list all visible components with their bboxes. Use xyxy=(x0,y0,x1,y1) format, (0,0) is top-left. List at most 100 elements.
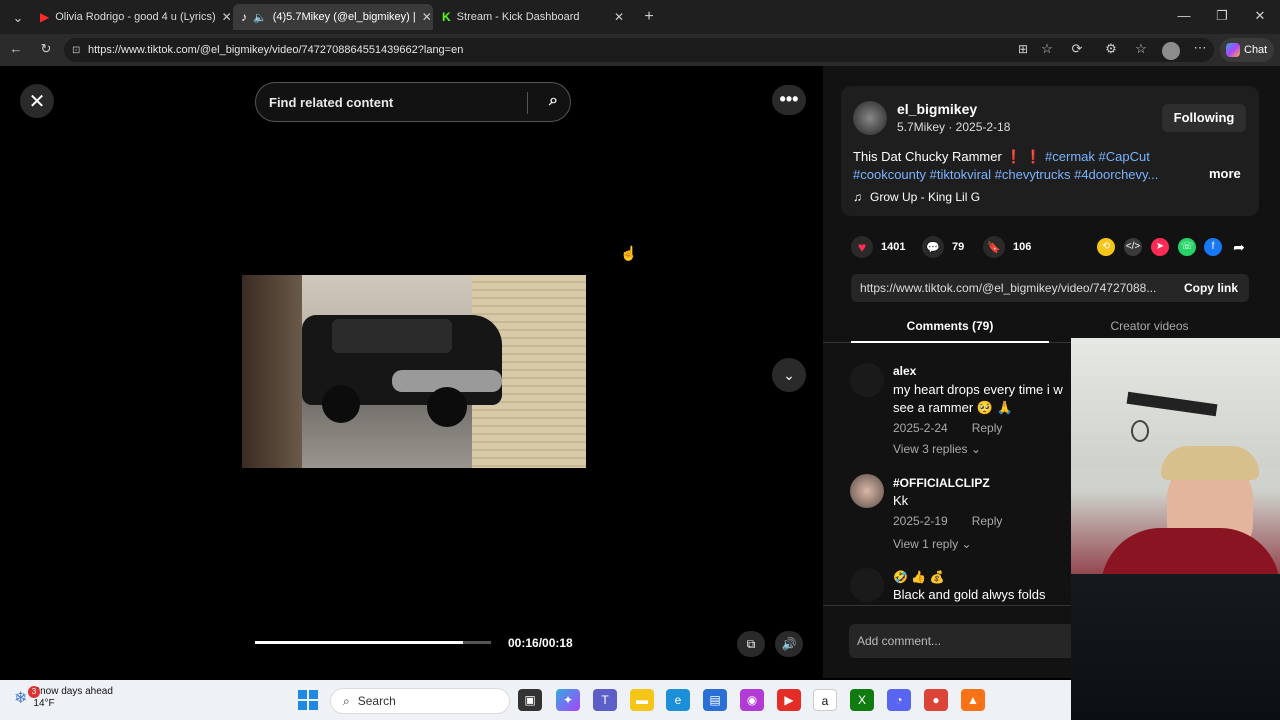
creator-username[interactable]: el_bigmikey xyxy=(897,101,977,117)
view-replies-button[interactable]: View 3 replies ⌄ xyxy=(893,442,981,456)
obs-icon[interactable]: ◉ xyxy=(740,689,764,711)
site-info-icon[interactable]: ⊡ xyxy=(72,45,80,56)
next-video-button[interactable]: ⌄ xyxy=(772,358,806,392)
more-menu-icon[interactable]: ⋯ xyxy=(1190,40,1210,56)
tab-creator-videos[interactable]: Creator videos xyxy=(1050,319,1249,333)
whatsapp-icon[interactable]: ☏ xyxy=(1178,238,1196,256)
vlc-icon[interactable]: ▲ xyxy=(961,689,985,711)
active-tab-indicator xyxy=(851,341,1049,343)
comment-button[interactable]: 💬 79 xyxy=(922,236,964,258)
comment-date: 2025-2-19 xyxy=(893,514,948,528)
comment-text: my heart drops every time i w see a ramm… xyxy=(893,382,1063,415)
amazon-icon[interactable]: a xyxy=(813,689,837,711)
favorites-icon[interactable]: ☆ xyxy=(1131,41,1151,57)
xbox-icon[interactable]: X xyxy=(850,689,874,711)
minimize-icon[interactable]: — xyxy=(1174,8,1194,23)
embed-code-icon[interactable]: </> xyxy=(1124,238,1142,256)
search-icon[interactable]: ⌕ xyxy=(549,92,558,110)
comment-text: Kk xyxy=(893,493,909,508)
discord-icon[interactable]: ◔ xyxy=(887,689,911,711)
tab-title: Olivia Rodrigo - good 4 u (Lyrics) xyxy=(55,11,216,23)
commenter-avatar[interactable] xyxy=(850,474,884,508)
tab-title: (4)5.7Mikey (@el_bigmikey) | xyxy=(272,11,416,23)
video-time: 00:16/00:18 xyxy=(508,636,573,650)
add-comment-input[interactable]: Add comment... xyxy=(849,624,1109,658)
search-icon: ⌕ xyxy=(343,693,350,708)
heart-icon: ♥ xyxy=(851,236,873,258)
youtube-app-icon[interactable]: ▶ xyxy=(777,689,801,711)
related-search-input[interactable]: Find related content ⌕ xyxy=(255,82,571,122)
commenter-avatar[interactable] xyxy=(850,568,884,602)
close-window-icon[interactable]: ✕ xyxy=(1250,8,1270,24)
favorite-star-icon[interactable]: ☆ xyxy=(1037,41,1057,57)
chevron-down-icon: ⌄ xyxy=(783,367,795,383)
video-progress-fill xyxy=(255,641,463,644)
store-icon[interactable]: ▤ xyxy=(703,689,727,711)
weather-widget[interactable]: ❄ 3 Snow days ahead 14°F xyxy=(14,686,113,710)
file-explorer-icon[interactable]: ▬ xyxy=(630,689,654,711)
comment-date: 2025-2-24 xyxy=(893,421,948,435)
mouse-cursor: ☝ xyxy=(620,245,638,261)
caption-more-link[interactable]: more xyxy=(1209,166,1241,181)
picture-in-picture-button[interactable]: ⧉ xyxy=(737,631,765,657)
volume-button[interactable]: 🔊 xyxy=(775,631,803,657)
edge-icon[interactable]: e xyxy=(666,689,690,711)
extensions-icon[interactable]: ⚙ xyxy=(1101,41,1121,57)
hashtag-links[interactable]: #cookcounty #tiktokviral #chevytrucks #4… xyxy=(853,167,1158,182)
repost-icon[interactable]: ⟲ xyxy=(1097,238,1115,256)
creator-avatar[interactable] xyxy=(853,101,887,135)
copy-link-button[interactable]: Copy link xyxy=(1173,274,1249,302)
commenter-avatar[interactable] xyxy=(850,363,884,397)
following-button[interactable]: Following xyxy=(1162,104,1246,132)
teams-icon[interactable]: T xyxy=(593,689,617,711)
like-button[interactable]: ♥ 1401 xyxy=(851,236,905,258)
tab-comments[interactable]: Comments (79) xyxy=(851,319,1049,333)
video-more-options-button[interactable]: ••• xyxy=(772,85,806,115)
share-arrow-icon[interactable]: ➦ xyxy=(1230,238,1248,256)
media-app-icon[interactable]: ● xyxy=(924,689,948,711)
maximize-icon[interactable]: ❐ xyxy=(1212,8,1232,24)
taskbar-search[interactable]: ⌕ Search xyxy=(330,688,510,714)
tab-tiktok[interactable]: ♪ 🔈 (4)5.7Mikey (@el_bigmikey) | ✕ xyxy=(233,4,433,30)
new-tab-icon[interactable]: + xyxy=(639,8,659,26)
hashtag-links[interactable]: #cermak #CapCut xyxy=(1045,149,1150,164)
copilot-chat-button[interactable]: Chat xyxy=(1220,38,1274,62)
close-tab-icon[interactable]: ✕ xyxy=(614,10,624,24)
exclamation-icon: ❗ ❗ xyxy=(1005,149,1046,164)
reply-button[interactable]: Reply xyxy=(972,421,1003,435)
comment-author[interactable]: 🤣 👍 💰 xyxy=(893,570,945,584)
close-tab-icon[interactable]: ✕ xyxy=(222,10,230,24)
tab-kick[interactable]: K Stream - Kick Dashboard ✕ xyxy=(434,4,632,30)
profile-avatar[interactable] xyxy=(1162,42,1180,60)
youtube-icon: ▶ xyxy=(40,10,50,24)
more-dots-icon: ••• xyxy=(779,89,799,109)
windows-start-icon[interactable] xyxy=(298,690,318,710)
refresh-extension-icon[interactable]: ⟳ xyxy=(1067,41,1087,57)
comment-author[interactable]: alex xyxy=(893,364,916,378)
creator-nickname-date: 5.7Mikey · 2025-2-18 xyxy=(897,120,1011,134)
facebook-icon[interactable]: f xyxy=(1204,238,1222,256)
video-progress-bar[interactable] xyxy=(255,641,491,644)
reload-icon[interactable]: ↻ xyxy=(36,41,56,57)
music-note-icon: ♫ xyxy=(853,190,862,204)
save-button[interactable]: 🔖 106 xyxy=(983,236,1031,258)
speaker-icon[interactable]: 🔈 xyxy=(253,11,267,24)
close-tab-icon[interactable]: ✕ xyxy=(422,10,432,24)
send-to-friends-icon[interactable]: ➤ xyxy=(1151,238,1169,256)
comment-author[interactable]: #OFFICIALCLIPZ xyxy=(893,476,990,490)
copilot-icon[interactable]: ✦ xyxy=(556,689,580,711)
back-icon[interactable]: ← xyxy=(6,41,26,56)
comment-footer-divider xyxy=(823,605,1071,606)
tab-list-chevron-icon[interactable]: ⌄ xyxy=(8,10,28,26)
chevron-down-icon: ⌄ xyxy=(970,442,981,456)
url-text: https://www.tiktok.com/@el_bigmikey/vide… xyxy=(88,44,464,56)
reply-button[interactable]: Reply xyxy=(972,514,1003,528)
comment-meta: 2025-2-24 Reply xyxy=(893,421,1002,435)
app-available-icon[interactable]: ⊞ xyxy=(1013,42,1033,56)
bookmark-icon: 🔖 xyxy=(983,236,1005,258)
music-link[interactable]: ♫ Grow Up - King Lil G xyxy=(853,190,980,204)
view-replies-button[interactable]: View 1 reply ⌄ xyxy=(893,537,972,551)
close-video-button[interactable]: ✕ xyxy=(20,84,54,118)
task-view-icon[interactable]: ▣ xyxy=(518,689,542,711)
tab-youtube[interactable]: ▶ Olivia Rodrigo - good 4 u (Lyrics) ✕ xyxy=(32,4,230,30)
